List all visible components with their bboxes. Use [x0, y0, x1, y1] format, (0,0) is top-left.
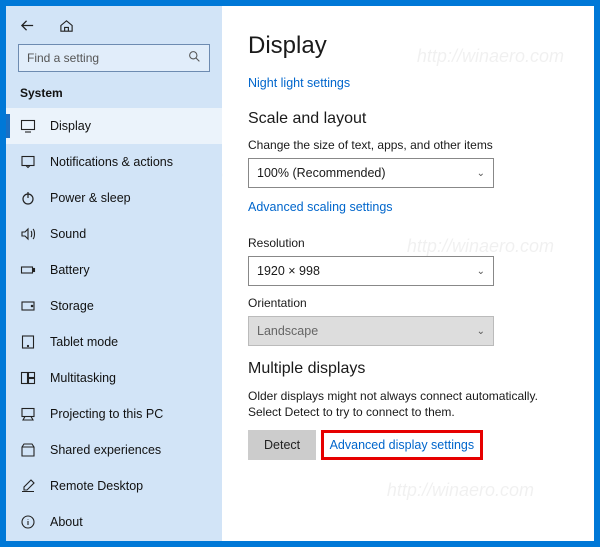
- scale-value: 100% (Recommended): [257, 166, 386, 180]
- content-pane: Display Night light settings Scale and l…: [222, 6, 594, 541]
- resolution-value: 1920 × 998: [257, 264, 320, 278]
- page-title: Display: [248, 32, 568, 60]
- sidebar-item-remote[interactable]: Remote Desktop: [6, 468, 222, 504]
- search-input[interactable]: Find a setting: [18, 44, 210, 72]
- sidebar-item-label: Tablet mode: [50, 335, 118, 349]
- remote-icon: [20, 478, 36, 494]
- sidebar-item-storage[interactable]: Storage: [6, 288, 222, 324]
- detect-button[interactable]: Detect: [248, 430, 316, 460]
- scale-dropdown[interactable]: 100% (Recommended) ⌄: [248, 158, 494, 188]
- orientation-value: Landscape: [257, 324, 318, 338]
- multiple-desc: Older displays might not always connect …: [248, 388, 568, 420]
- advanced-scaling-link[interactable]: Advanced scaling settings: [248, 200, 393, 214]
- shared-icon: [20, 442, 36, 458]
- sidebar-item-notifications[interactable]: Notifications & actions: [6, 144, 222, 180]
- sidebar-item-label: Power & sleep: [50, 191, 131, 205]
- resolution-field-label: Resolution: [248, 236, 568, 250]
- sidebar-nav: Display Notifications & actions Power & …: [6, 108, 222, 543]
- sidebar-item-display[interactable]: Display: [6, 108, 222, 144]
- battery-icon: [20, 262, 36, 278]
- about-icon: [20, 514, 36, 530]
- sidebar-item-power[interactable]: Power & sleep: [6, 180, 222, 216]
- chevron-down-icon: ⌄: [477, 266, 485, 277]
- search-placeholder: Find a setting: [27, 51, 188, 65]
- resolution-dropdown[interactable]: 1920 × 998 ⌄: [248, 256, 494, 286]
- sidebar-item-multitasking[interactable]: Multitasking: [6, 360, 222, 396]
- scale-section-heading: Scale and layout: [248, 110, 568, 128]
- multitasking-icon: [20, 370, 36, 386]
- sidebar-item-label: Sound: [50, 227, 86, 241]
- display-icon: [20, 118, 36, 134]
- orientation-dropdown[interactable]: Landscape ⌄: [248, 316, 494, 346]
- sidebar-item-projecting[interactable]: Projecting to this PC: [6, 396, 222, 432]
- sidebar-item-label: About: [50, 515, 83, 529]
- sound-icon: [20, 226, 36, 242]
- scale-field-label: Change the size of text, apps, and other…: [248, 138, 568, 152]
- sidebar-item-label: Remote Desktop: [50, 479, 143, 493]
- sidebar-item-shared[interactable]: Shared experiences: [6, 432, 222, 468]
- sidebar-item-sound[interactable]: Sound: [6, 216, 222, 252]
- night-light-link[interactable]: Night light settings: [248, 76, 350, 90]
- settings-window: http://winaero.com http://winaero.com ht…: [6, 6, 594, 541]
- tablet-icon: [20, 334, 36, 350]
- home-icon[interactable]: [59, 18, 74, 38]
- back-icon[interactable]: [20, 18, 35, 38]
- chevron-down-icon: ⌄: [477, 168, 485, 179]
- notifications-icon: [20, 154, 36, 170]
- sidebar-item-about[interactable]: About: [6, 504, 222, 540]
- sidebar-item-label: Battery: [50, 263, 90, 277]
- projecting-icon: [20, 406, 36, 422]
- sidebar-item-tablet[interactable]: Tablet mode: [6, 324, 222, 360]
- storage-icon: [20, 298, 36, 314]
- sidebar-item-label: Projecting to this PC: [50, 407, 163, 421]
- sidebar-item-battery[interactable]: Battery: [6, 252, 222, 288]
- power-icon: [20, 190, 36, 206]
- search-icon: [188, 50, 201, 66]
- sidebar-item-label: Display: [50, 119, 91, 133]
- sidebar-item-label: Storage: [50, 299, 94, 313]
- sidebar-item-label: Shared experiences: [50, 443, 161, 457]
- multiple-section-heading: Multiple displays: [248, 360, 568, 378]
- highlight-annotation: Advanced display settings: [321, 430, 484, 460]
- sidebar-section-label: System: [6, 82, 222, 108]
- sidebar-item-label: Notifications & actions: [50, 155, 173, 169]
- sidebar-item-label: Multitasking: [50, 371, 116, 385]
- sidebar: Find a setting System Display Notificati…: [6, 6, 222, 541]
- orientation-field-label: Orientation: [248, 296, 568, 310]
- chevron-down-icon: ⌄: [477, 326, 485, 337]
- advanced-display-link[interactable]: Advanced display settings: [330, 438, 475, 452]
